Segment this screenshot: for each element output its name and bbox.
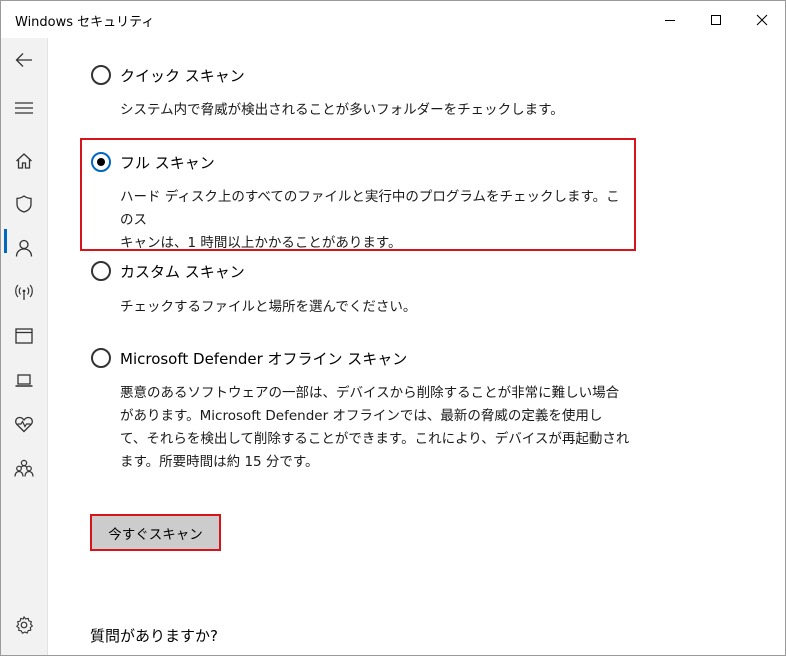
quick-scan-radio[interactable] [91,65,111,85]
back-arrow-icon [15,53,32,67]
close-icon [756,14,768,25]
minimize-button[interactable] [647,1,693,38]
laptop-icon [15,374,33,387]
full-scan-label[interactable]: フル スキャン [120,152,215,173]
full-scan-description-line: ハード ディスク上のすべてのファイルと実行中のプログラムをチェックします。このス [120,189,620,228]
custom-scan-radio[interactable] [91,261,111,281]
nav-settings[interactable] [1,605,47,645]
nav-firewall-network[interactable] [1,272,47,312]
custom-scan-label[interactable]: カスタム スキャン [120,261,245,282]
defender-offline-scan-description: 悪意のあるソフトウェアの一部は、デバイスから削除することが非常に難しい場合 があ… [120,382,660,474]
hamburger-menu-icon [15,102,33,114]
defender-offline-description-line: があります。Microsoft Defender オフラインでは、最新の脅威の定… [120,408,603,424]
defender-offline-scan-label[interactable]: Microsoft Defender オフライン スキャン [120,348,407,369]
heart-pulse-icon [15,416,33,433]
maximize-button[interactable] [693,1,739,38]
defender-offline-description-line: 悪意のあるソフトウェアの一部は、デバイスから削除することが非常に難しい場合 [120,385,620,401]
quick-scan-description: システム内で脅威が検出されることが多いフォルダーをチェックします。 [120,102,564,118]
family-group-icon [14,459,34,477]
menu-button[interactable] [1,88,47,128]
help-heading: 質問がありますか? [90,627,218,645]
home-icon [16,153,32,169]
nav-app-browser-control[interactable] [1,316,47,356]
defender-offline-description-line: て、それらを検出して削除することができます。これにより、デバイスが再起動され [120,431,630,447]
defender-offline-scan-radio[interactable] [91,348,111,368]
full-scan-radio[interactable] [91,152,111,172]
window-title: Windows セキュリティ [15,15,155,30]
maximize-icon [711,14,721,25]
nav-family-options[interactable] [1,448,47,488]
nav-home[interactable] [1,141,47,181]
full-scan-description-line: キャンは、1 時間以上かかることがあります。 [120,235,402,251]
custom-scan-description: チェックするファイルと場所を選んでください。 [120,299,417,315]
scan-now-button[interactable]: 今すぐスキャン [90,514,221,551]
app-browser-window-icon [15,328,33,344]
person-icon [15,239,33,257]
scan-options-panel: クイック スキャン システム内で脅威が検出されることが多いフォルダーをチェックし… [47,38,785,655]
nav-device-security[interactable] [1,360,47,400]
nav-virus-protection[interactable] [1,184,47,224]
back-button[interactable] [1,40,47,80]
nav-account-protection[interactable] [1,228,47,268]
defender-offline-description-line: ます。所要時間は約 15 分です。 [120,454,319,470]
title-bar: Windows セキュリティ [1,1,785,38]
gear-icon [16,616,33,634]
wireless-antenna-icon [15,284,33,300]
close-button[interactable] [739,1,785,38]
quick-scan-label[interactable]: クイック スキャン [120,65,245,86]
app-window: Windows セキュリティ クイック スキャン システム内で脅威が検出されるこ… [0,0,786,656]
minimize-icon [665,19,675,21]
sidebar [1,38,48,655]
full-scan-description: ハード ディスク上のすべてのファイルと実行中のプログラムをチェックします。このス… [120,186,630,255]
nav-device-performance[interactable] [1,404,47,444]
shield-icon [16,195,32,213]
